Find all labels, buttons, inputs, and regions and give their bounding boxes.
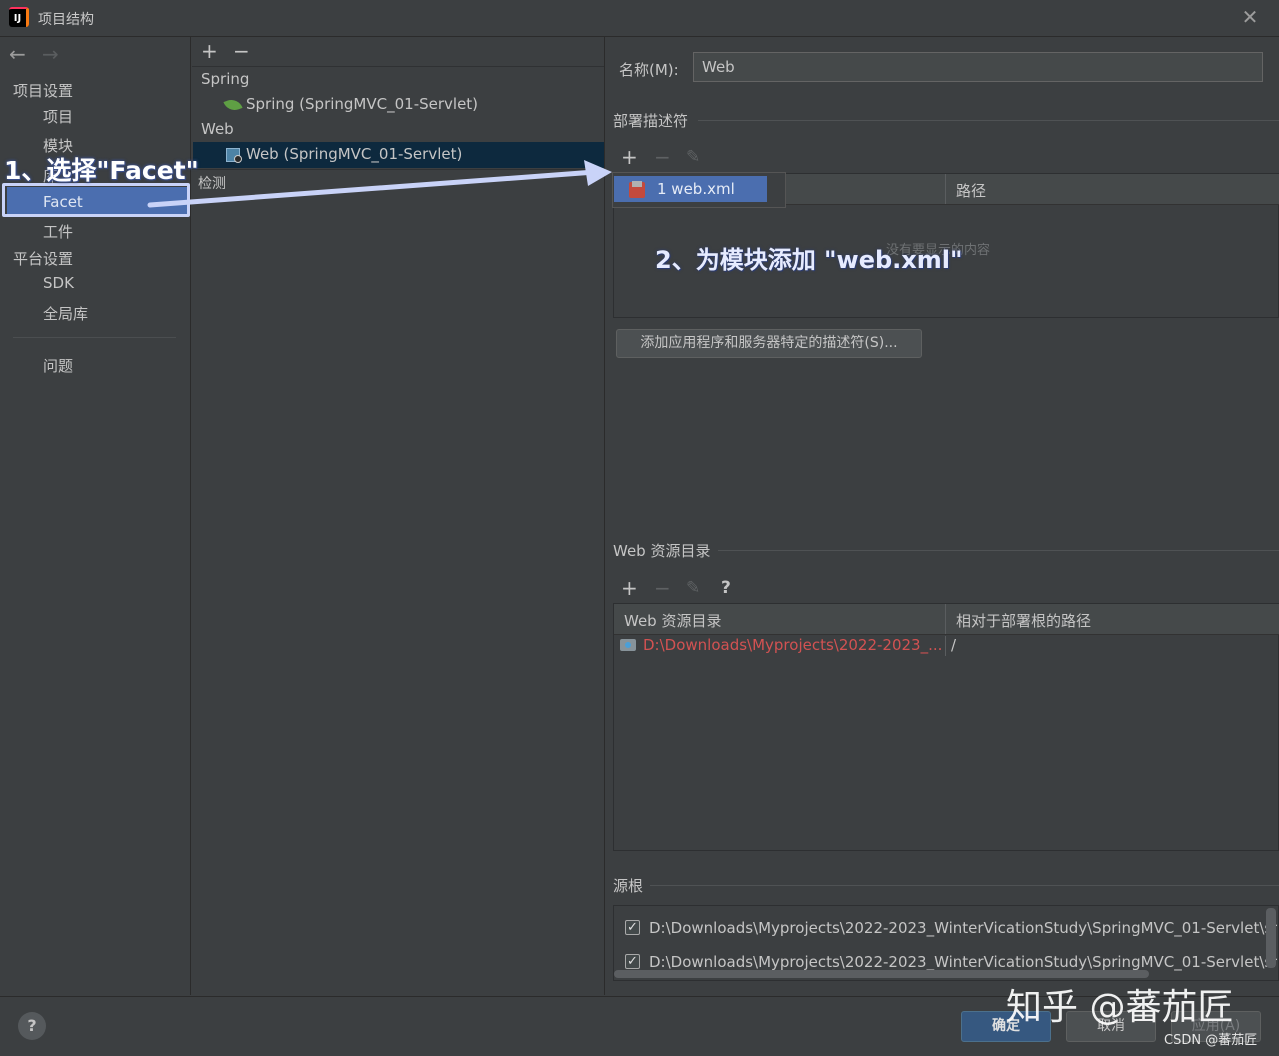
arrow-shaft <box>147 169 598 208</box>
step2-annotation: 2、为模块添加 "web.xml" <box>655 246 963 274</box>
csdn-watermark: CSDN @蕃茄匠 <box>1164 1033 1258 1048</box>
zhihu-watermark: 知乎 @蕃茄匠 <box>1006 987 1234 1028</box>
arrow-head <box>584 160 612 186</box>
step1-annotation: 1、选择"Facet" <box>4 156 199 185</box>
